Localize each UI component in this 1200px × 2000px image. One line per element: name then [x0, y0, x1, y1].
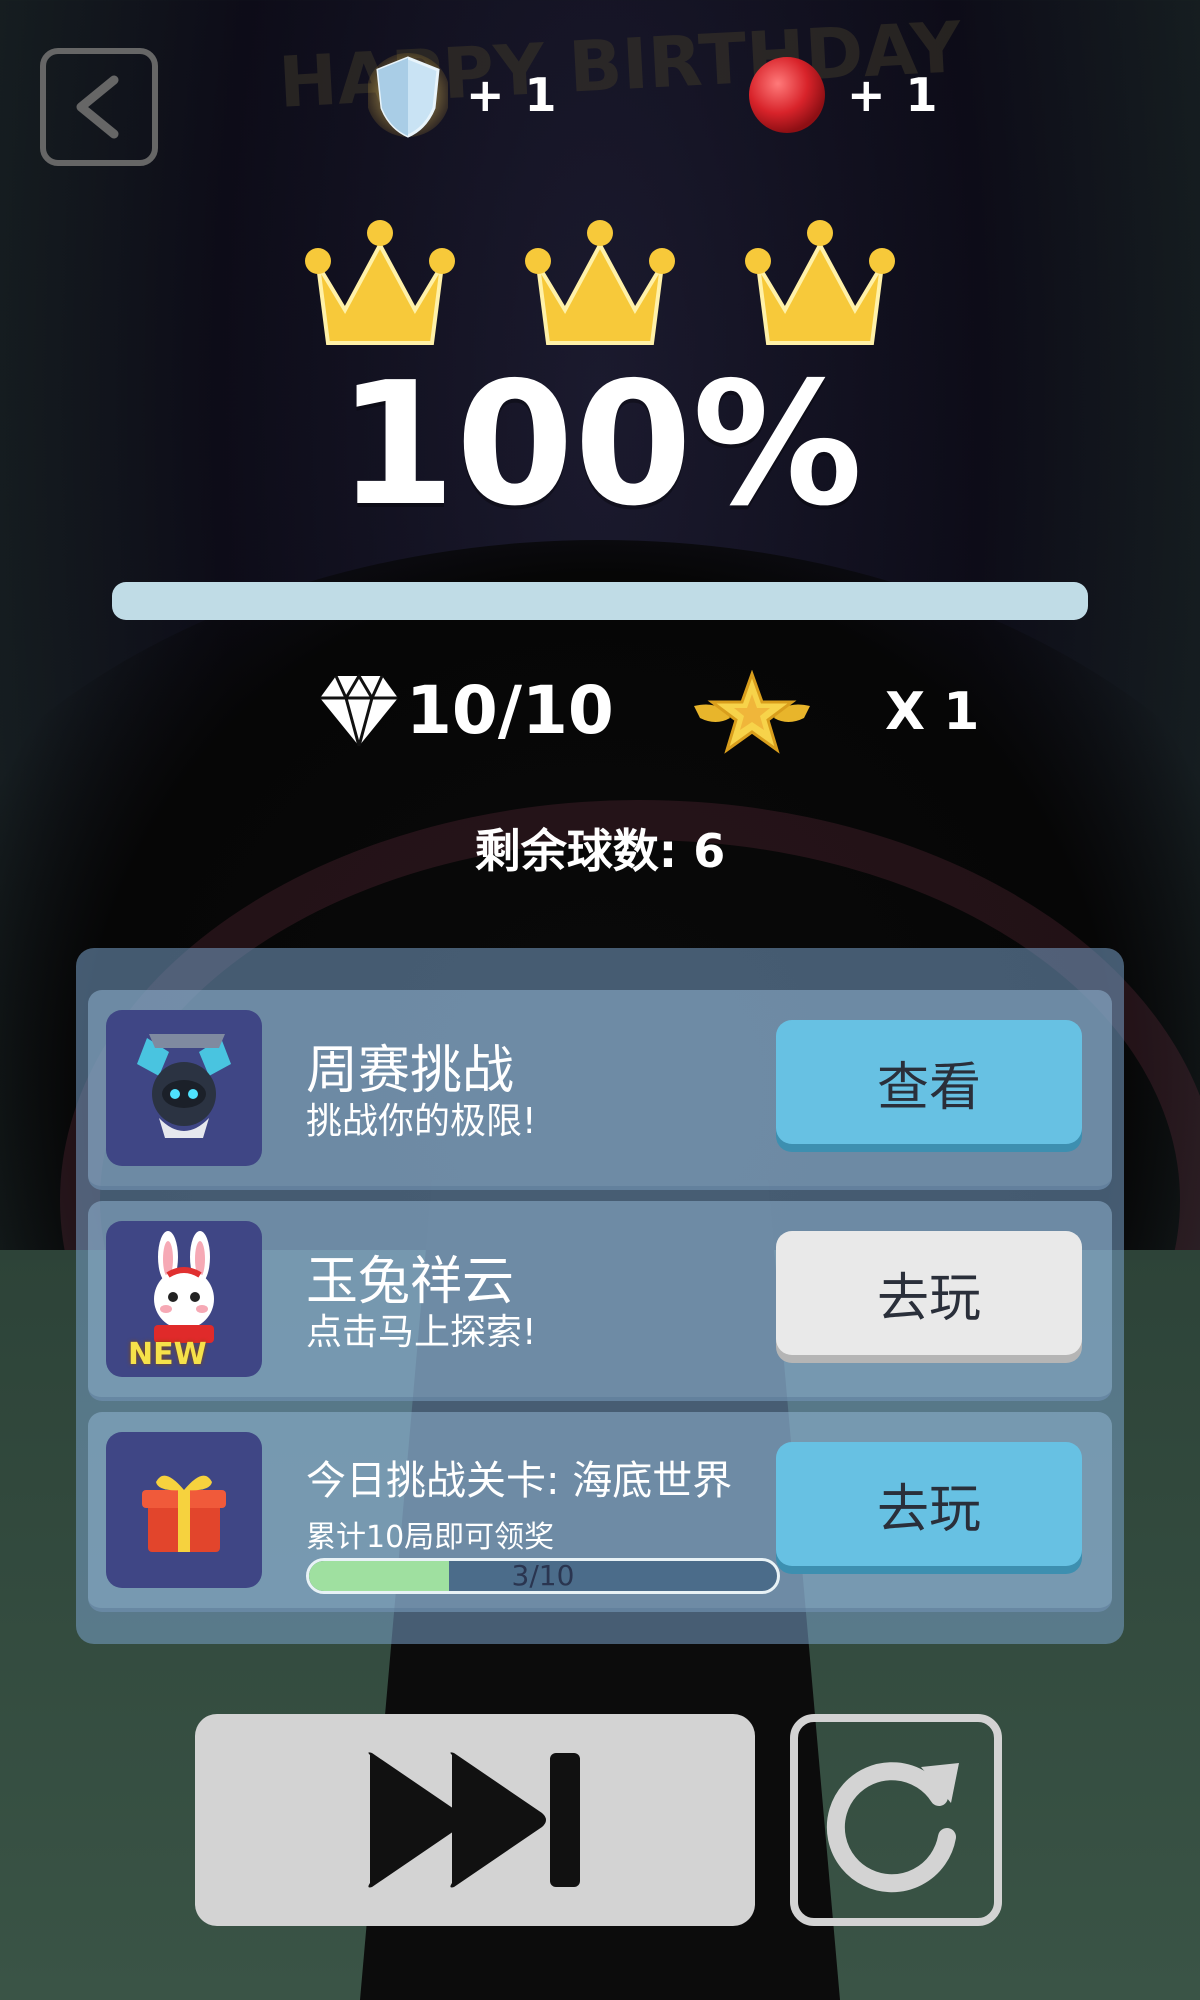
card-jade-rabbit: NEW 玉兔祥云 点击马上探索! 去玩 — [88, 1201, 1112, 1401]
daily-progress-bar: 3/10 — [306, 1558, 780, 1594]
back-button[interactable] — [40, 48, 158, 166]
crown-icon — [305, 220, 455, 345]
ball-reward-text: + 1 — [847, 68, 940, 122]
balls-remaining: 剩余球数: 6 — [474, 824, 726, 878]
diamond-icon — [320, 673, 398, 747]
restart-button[interactable] — [790, 1714, 1002, 1926]
star-badge — [690, 669, 814, 764]
gem-count: 10/10 — [406, 671, 614, 749]
ball-reward: + 1 — [745, 50, 940, 140]
red-ball-icon — [749, 57, 825, 133]
card-subtitle: 累计10局即可领奖 — [306, 1520, 555, 1555]
daily-progress-label: 3/10 — [511, 1559, 575, 1592]
card-weekly-challenge: 周赛挑战 挑战你的极限! 查看 — [88, 990, 1112, 1190]
crown-icon — [745, 220, 895, 345]
card-daily-challenge: 今日挑战关卡: 海底世界 累计10局即可领奖 3/10 去玩 — [88, 1412, 1112, 1612]
shield-reward-text: + 1 — [466, 68, 559, 122]
new-badge: NEW — [128, 1337, 207, 1372]
crown-rating — [300, 205, 900, 355]
completion-percent: 100% — [337, 346, 863, 544]
star-multiplier: X 1 — [885, 682, 980, 742]
winged-star-icon — [694, 669, 810, 754]
crown-icon — [525, 220, 675, 345]
event-panel: 周赛挑战 挑战你的极限! 查看 NEW 玉兔祥云 点击马上探索! 去玩 今日挑战… — [76, 948, 1124, 1644]
card-title: 今日挑战关卡: 海底世界 — [306, 1458, 733, 1504]
robot-icon — [106, 1010, 262, 1166]
play-button[interactable]: 去玩 — [776, 1442, 1082, 1566]
chevron-left-icon — [76, 75, 119, 139]
next-level-button[interactable] — [195, 1714, 755, 1926]
completion-progress-bar — [112, 582, 1088, 620]
gem-counter: 10/10 — [318, 670, 614, 750]
shield-reward: + 1 — [368, 50, 559, 140]
play-button[interactable]: 去玩 — [776, 1231, 1082, 1355]
card-subtitle: 点击马上探索! — [306, 1312, 537, 1353]
shield-icon — [368, 53, 448, 138]
restart-icon — [826, 1762, 959, 1893]
stats-row: 10/10 X 1 — [0, 669, 1200, 760]
fast-forward-icon — [368, 1752, 580, 1888]
gift-icon — [106, 1432, 262, 1588]
view-button[interactable]: 查看 — [776, 1020, 1082, 1144]
card-subtitle: 挑战你的极限! — [306, 1101, 537, 1142]
